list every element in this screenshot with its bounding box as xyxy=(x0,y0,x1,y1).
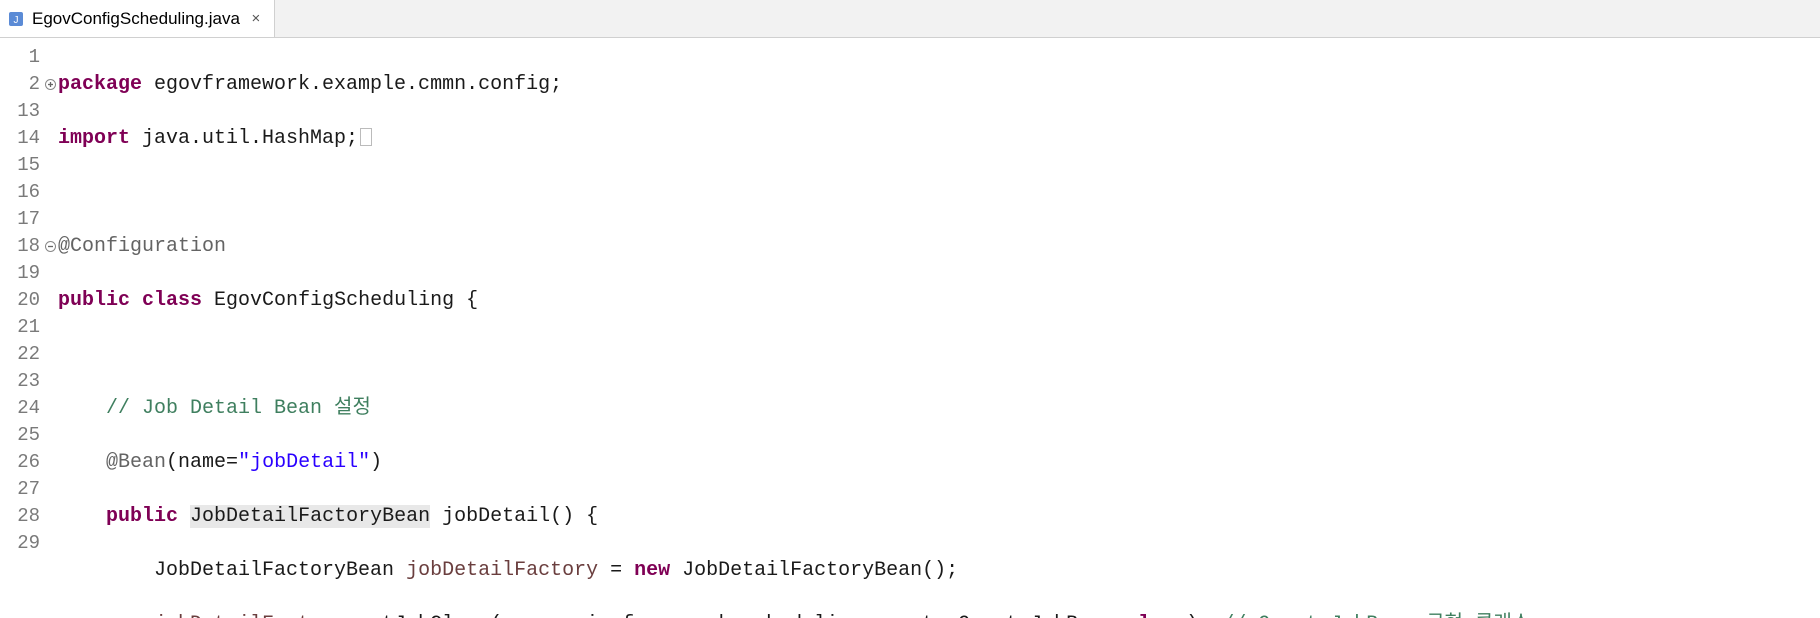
line-number: 14 xyxy=(0,125,44,152)
code-line: @Configuration xyxy=(58,233,1820,260)
line-number: 27 xyxy=(0,476,44,503)
code-line: public JobDetailFactoryBean jobDetail() … xyxy=(58,503,1820,530)
code-editor[interactable]: 1 2 13 14 15 16 17 18 19 20 21 22 23 24 … xyxy=(0,38,1820,618)
code-line: import java.util.HashMap; xyxy=(58,125,1820,152)
line-number: 29 xyxy=(0,530,44,557)
line-number: 15 xyxy=(0,152,44,179)
line-number: 1 xyxy=(0,44,44,71)
svg-text:J: J xyxy=(14,15,19,26)
line-number: 26 xyxy=(0,449,44,476)
line-number: 23 xyxy=(0,368,44,395)
line-number: 13 xyxy=(0,98,44,125)
line-number: 17 xyxy=(0,206,44,233)
line-number: 22 xyxy=(0,341,44,368)
code-line: JobDetailFactoryBean jobDetailFactory = … xyxy=(58,557,1820,584)
line-number: 18 xyxy=(0,233,44,260)
fold-expand-icon[interactable] xyxy=(44,79,56,91)
line-number: 25 xyxy=(0,422,44,449)
folded-marker-icon[interactable] xyxy=(360,128,372,146)
line-number: 24 xyxy=(0,395,44,422)
code-area[interactable]: package egovframework.example.cmmn.confi… xyxy=(44,38,1820,618)
code-line xyxy=(58,341,1820,368)
line-number: 20 xyxy=(0,287,44,314)
fold-collapse-icon[interactable] xyxy=(44,241,56,253)
line-number: 16 xyxy=(0,179,44,206)
code-line: package egovframework.example.cmmn.confi… xyxy=(58,71,1820,98)
code-line: // Job Detail Bean 설정 xyxy=(58,395,1820,422)
tab-title: EgovConfigScheduling.java xyxy=(32,9,240,29)
line-number: 28 xyxy=(0,503,44,530)
tab-bar: J EgovConfigScheduling.java × xyxy=(0,0,1820,38)
java-file-icon: J xyxy=(8,11,24,27)
code-line: @Bean(name="jobDetail") xyxy=(58,449,1820,476)
close-icon[interactable]: × xyxy=(248,11,264,27)
line-number: 21 xyxy=(0,314,44,341)
line-number: 19 xyxy=(0,260,44,287)
line-number-gutter: 1 2 13 14 15 16 17 18 19 20 21 22 23 24 … xyxy=(0,38,44,618)
line-number: 2 xyxy=(0,71,44,98)
code-line xyxy=(58,179,1820,206)
tab-active[interactable]: J EgovConfigScheduling.java × xyxy=(0,0,275,37)
code-line: public class EgovConfigScheduling { xyxy=(58,287,1820,314)
code-line: jobDetailFactory.setJobClass(org.springf… xyxy=(58,611,1820,618)
